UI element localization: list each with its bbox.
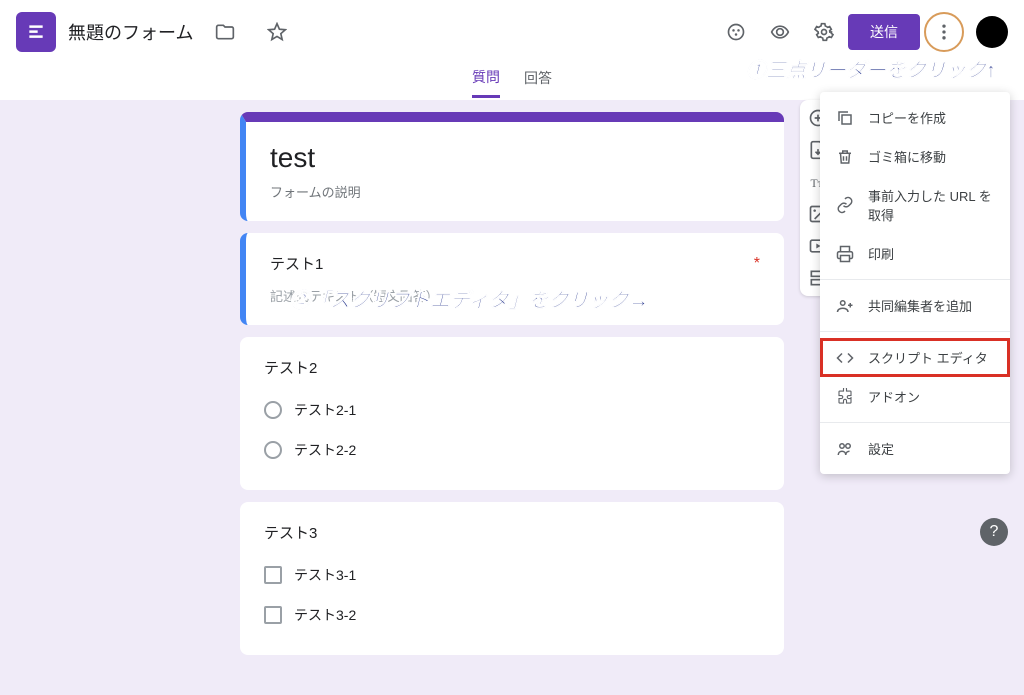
menu-item-copy[interactable]: コピーを作成 — [820, 98, 1010, 137]
menu-item-script-editor[interactable]: スクリプト エディタ — [820, 338, 1010, 377]
star-icon[interactable] — [257, 12, 297, 52]
menu-label: 事前入力した URL を取得 — [868, 186, 994, 224]
tab-questions[interactable]: 質問 — [472, 67, 500, 98]
option-label: テスト3-2 — [294, 605, 356, 625]
radio-icon — [264, 441, 282, 459]
radio-option[interactable]: テスト2-2 — [264, 430, 760, 470]
menu-label: 共同編集者を追加 — [868, 296, 972, 315]
document-title[interactable]: 無題のフォーム — [68, 19, 193, 45]
question-card-3[interactable]: テスト3 テスト3-1 テスト3-2 — [240, 502, 784, 655]
more-dropdown-menu: コピーを作成 ゴミ箱に移動 事前入力した URL を取得 印刷 共同編集者を追加… — [820, 92, 1010, 474]
menu-item-collaborators[interactable]: 共同編集者を追加 — [820, 286, 1010, 325]
menu-label: アドオン — [868, 387, 920, 406]
checkbox-option[interactable]: テスト3-1 — [264, 555, 760, 595]
menu-label: 印刷 — [868, 244, 894, 263]
menu-item-trash[interactable]: ゴミ箱に移動 — [820, 137, 1010, 176]
question-title[interactable]: テスト2 — [264, 357, 760, 378]
menu-label: スクリプト エディタ — [868, 348, 988, 367]
preview-icon[interactable] — [760, 12, 800, 52]
short-answer-hint: 記述式テキスト（短文回答） — [270, 286, 760, 305]
menu-separator — [820, 279, 1010, 280]
radio-option[interactable]: テスト2-1 — [264, 390, 760, 430]
header-actions: 送信 — [716, 12, 1008, 52]
required-asterisk: * — [754, 255, 760, 273]
radio-icon — [264, 401, 282, 419]
menu-item-prefill-url[interactable]: 事前入力した URL を取得 — [820, 176, 1010, 234]
settings-icon[interactable] — [804, 12, 844, 52]
checkbox-icon — [264, 566, 282, 584]
question-title[interactable]: テスト3 — [264, 522, 760, 543]
checkbox-icon — [264, 606, 282, 624]
menu-item-settings[interactable]: 設定 — [820, 429, 1010, 468]
question-card-2[interactable]: テスト2 テスト2-1 テスト2-2 — [240, 337, 784, 490]
menu-item-print[interactable]: 印刷 — [820, 234, 1010, 273]
form-title[interactable]: test — [270, 142, 760, 174]
title-area: 無題のフォーム — [68, 12, 297, 52]
question-card-1[interactable]: テスト1 * 記述式テキスト（短文回答） — [240, 233, 784, 325]
folder-icon[interactable] — [205, 12, 245, 52]
send-button[interactable]: 送信 — [848, 14, 920, 50]
more-menu-icon[interactable] — [924, 12, 964, 52]
form-title-card[interactable]: test フォームの説明 — [240, 112, 784, 221]
forms-logo-icon — [16, 12, 56, 52]
menu-label: 設定 — [868, 439, 894, 458]
menu-label: コピーを作成 — [868, 108, 946, 127]
menu-item-addons[interactable]: アドオン — [820, 377, 1010, 416]
menu-separator — [820, 331, 1010, 332]
app-header: 無題のフォーム 送信 — [0, 0, 1024, 64]
checkbox-option[interactable]: テスト3-2 — [264, 595, 760, 635]
account-avatar[interactable] — [976, 16, 1008, 48]
tab-responses[interactable]: 回答 — [524, 68, 552, 96]
menu-separator — [820, 422, 1010, 423]
menu-label: ゴミ箱に移動 — [868, 147, 946, 166]
question-title[interactable]: テスト1 — [270, 253, 760, 274]
option-label: テスト3-1 — [294, 565, 356, 585]
help-icon[interactable]: ? — [980, 518, 1008, 546]
option-label: テスト2-2 — [294, 440, 356, 460]
theme-icon[interactable] — [716, 12, 756, 52]
option-label: テスト2-1 — [294, 400, 356, 420]
form-description[interactable]: フォームの説明 — [270, 182, 760, 201]
